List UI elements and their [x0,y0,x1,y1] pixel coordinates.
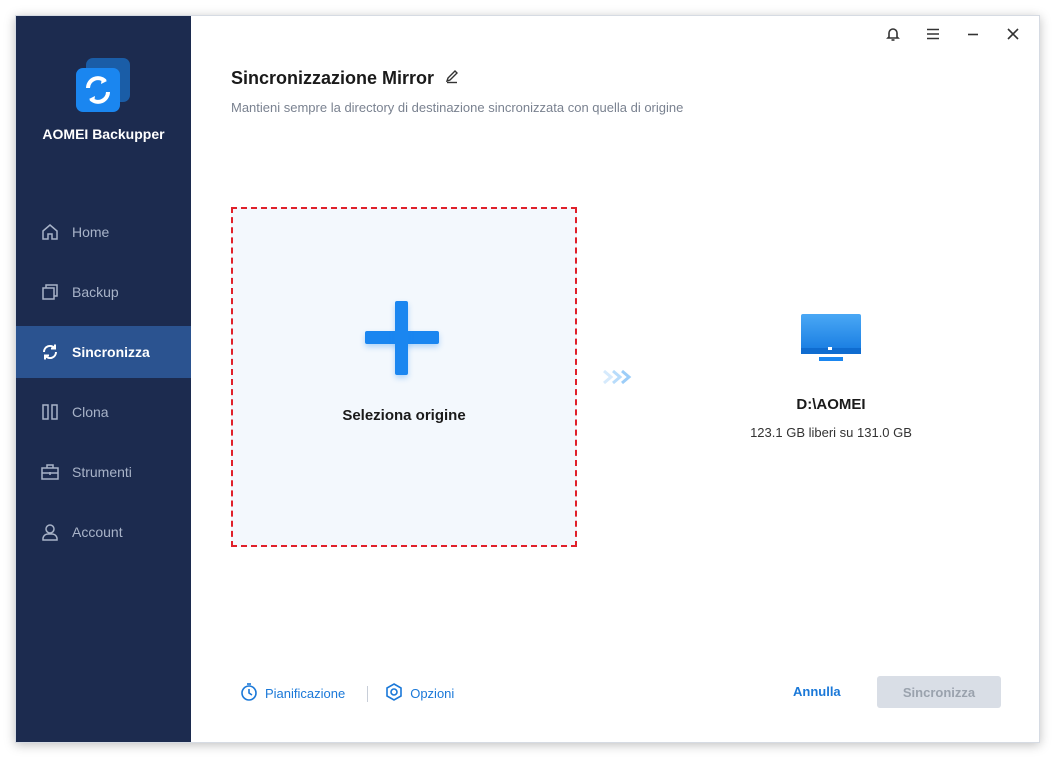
title-row: Sincronizzazione Mirror [231,68,462,89]
page-subtitle: Mantieni sempre la directory di destinaz… [231,100,684,115]
sidebar-nav: Home Backup Sincronizza Clona Strumenti … [16,206,191,566]
hamburger-icon [925,26,941,47]
sidebar-item-label: Home [72,224,110,240]
footer-divider [367,685,369,702]
options-label: Opzioni [410,686,455,701]
footer-links: Pianificazione Opzioni [239,682,454,705]
app-logo-icon [72,54,136,118]
sidebar-item-label: Clona [72,404,109,420]
notification-button[interactable] [875,24,911,48]
minimize-button[interactable] [955,24,991,48]
schedule-button[interactable]: Pianificazione [239,682,345,705]
destination-name: D:\AOMEI [796,396,866,413]
sidebar-item-label: Backup [72,284,119,300]
page-title: Sincronizzazione Mirror [231,68,435,88]
user-icon [40,522,60,542]
destination-panel[interactable]: D:\AOMEI 123.1 GB liberi su 131.0 GB [721,314,941,440]
sidebar-item-label: Account [72,524,123,540]
options-button[interactable]: Opzioni [384,682,454,705]
bell-icon [885,26,901,47]
main-panel: Sincronizzazione Mirror Mantieni sempre … [191,16,1039,742]
sync-icon [40,342,60,362]
backup-icon [40,282,60,302]
sidebar-item-backup[interactable]: Backup [16,266,191,318]
sidebar-item-label: Strumenti [72,464,132,480]
brand-name: AOMEI Backupper [42,126,165,142]
menu-button[interactable] [915,24,951,48]
edit-title-button[interactable] [444,70,462,88]
sidebar-item-home[interactable]: Home [16,206,191,258]
pencil-icon [444,68,460,89]
sidebar-item-strumenti[interactable]: Strumenti [16,446,191,498]
sync-button[interactable]: Sincronizza [877,676,1001,708]
close-button[interactable] [995,24,1031,48]
select-source-box[interactable]: Seleziona origine [231,207,577,547]
settings-hexagon-icon [384,682,410,705]
schedule-label: Pianificazione [265,686,346,701]
plus-icon [365,301,439,375]
home-icon [40,222,60,242]
app-window: AOMEI Backupper Home Backup Sincronizza [15,15,1040,743]
stopwatch-icon [239,682,265,705]
clone-icon [40,402,60,422]
minimize-icon [965,26,981,47]
sidebar-item-clona[interactable]: Clona [16,386,191,438]
direction-arrows-icon [601,367,635,387]
sidebar-item-account[interactable]: Account [16,506,191,558]
toolbox-icon [40,462,60,482]
close-icon [1005,26,1021,47]
destination-free-space: 123.1 GB liberi su 131.0 GB [750,425,912,440]
sidebar-item-sincronizza[interactable]: Sincronizza [16,326,191,378]
source-label: Seleziona origine [342,407,466,424]
sidebar: AOMEI Backupper Home Backup Sincronizza [16,16,191,742]
computer-icon [799,314,863,366]
sidebar-item-label: Sincronizza [72,344,150,360]
cancel-button[interactable]: Annulla [793,684,841,699]
window-controls [875,24,1031,48]
